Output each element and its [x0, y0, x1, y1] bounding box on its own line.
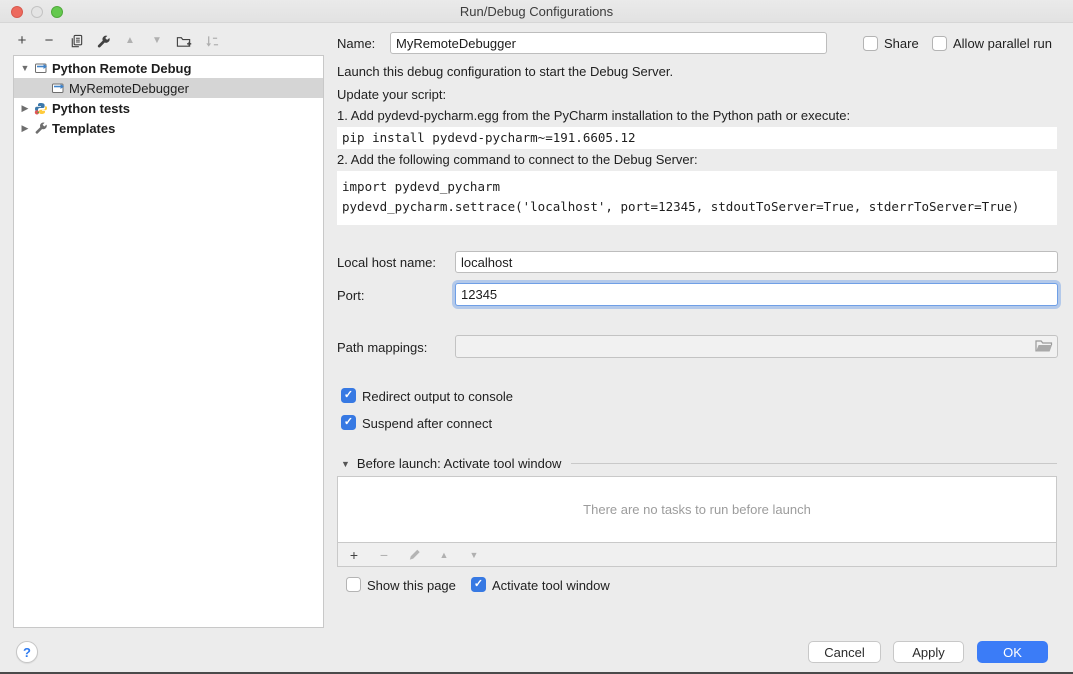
name-input[interactable] — [390, 32, 827, 54]
remote-debug-config-icon — [33, 61, 48, 76]
instruction-line-2: Update your script: — [337, 87, 446, 103]
check-icon: ✓ — [474, 579, 483, 590]
templates-wrench-icon — [33, 121, 48, 136]
tree-item-label: Python Remote Debug — [52, 61, 191, 76]
remove-icon[interactable]: − — [41, 33, 57, 49]
tree-item-templates[interactable]: ▶ Templates — [14, 118, 323, 138]
redirect-output-checkbox[interactable]: ✓ — [341, 388, 356, 403]
before-launch-task-list[interactable]: There are no tasks to run before launch — [337, 476, 1057, 543]
tree-item-python-tests[interactable]: ▶ Python tests — [14, 98, 323, 118]
redirect-output-label: Redirect output to console — [362, 389, 513, 405]
before-launch-toolbar: + − ▲ ▼ — [337, 542, 1057, 567]
remove-icon[interactable]: − — [376, 547, 392, 563]
before-launch-empty-text: There are no tasks to run before launch — [583, 502, 811, 517]
chevron-right-icon[interactable]: ▶ — [19, 123, 31, 134]
instruction-line-1: Launch this debug configuration to start… — [337, 64, 673, 80]
share-label: Share — [884, 36, 919, 52]
move-up-icon[interactable]: ▲ — [122, 33, 138, 49]
allow-parallel-run-label: Allow parallel run — [953, 36, 1052, 52]
add-icon[interactable]: + — [14, 33, 30, 49]
remote-debug-config-icon — [50, 81, 65, 96]
check-icon: ✓ — [344, 417, 353, 428]
suspend-after-connect-checkbox[interactable]: ✓ — [341, 415, 356, 430]
section-divider — [571, 463, 1057, 464]
path-mappings-input[interactable] — [455, 335, 1058, 358]
run-debug-configurations-dialog: Run/Debug Configurations + − ▲ ▼ — [0, 0, 1073, 674]
tree-item-label: Templates — [52, 121, 115, 136]
window-title: Run/Debug Configurations — [0, 0, 1073, 23]
code-line-settrace: pydevd_pycharm.settrace('localhost', por… — [342, 197, 1052, 217]
before-launch-title: Before launch: Activate tool window — [357, 456, 562, 471]
move-down-icon[interactable]: ▼ — [149, 33, 165, 49]
tree-item-myremotedebugger[interactable]: MyRemoteDebugger — [14, 78, 323, 98]
python-tests-icon — [33, 101, 48, 116]
instruction-step-2: 2. Add the following command to connect … — [337, 152, 698, 168]
browse-folder-icon[interactable] — [1035, 339, 1053, 356]
cancel-button[interactable]: Cancel — [808, 641, 881, 663]
show-this-page-checkbox[interactable] — [346, 577, 361, 592]
instruction-step-1: 1. Add pydevd-pycharm.egg from the PyCha… — [337, 108, 850, 124]
tree-item-label: MyRemoteDebugger — [69, 81, 189, 96]
copy-icon[interactable] — [68, 33, 84, 49]
check-icon: ✓ — [344, 390, 353, 401]
new-folder-icon[interactable] — [176, 33, 192, 49]
activate-tool-window-checkbox[interactable]: ✓ — [471, 577, 486, 592]
settrace-code-block: import pydevd_pycharm pydevd_pycharm.set… — [337, 171, 1057, 225]
ok-button[interactable]: OK — [977, 641, 1048, 663]
sort-alphabetically-icon[interactable] — [203, 33, 219, 49]
help-button[interactable]: ? — [16, 641, 38, 663]
port-input[interactable] — [455, 283, 1058, 306]
show-this-page-label: Show this page — [367, 578, 456, 594]
titlebar: Run/Debug Configurations — [0, 0, 1073, 23]
path-mappings-label: Path mappings: — [337, 340, 427, 356]
allow-parallel-run-checkbox[interactable] — [932, 36, 947, 51]
chevron-down-icon[interactable]: ▼ — [19, 63, 31, 73]
move-down-icon[interactable]: ▼ — [466, 547, 482, 563]
configurations-tree: ▼ Python Remote Debug MyRemoteDebugger — [13, 55, 324, 628]
activate-tool-window-label: Activate tool window — [492, 578, 610, 594]
pip-install-command: pip install pydevd-pycharm~=191.6605.12 — [337, 127, 1057, 149]
chevron-right-icon[interactable]: ▶ — [19, 103, 31, 114]
chevron-down-icon[interactable]: ▼ — [341, 459, 350, 469]
edit-templates-wrench-icon[interactable] — [95, 33, 111, 49]
before-launch-section-header: ▼ Before launch: Activate tool window — [341, 456, 1057, 471]
move-up-icon[interactable]: ▲ — [436, 547, 452, 563]
tree-item-label: Python tests — [52, 101, 130, 116]
question-mark-icon: ? — [23, 645, 31, 660]
add-icon[interactable]: + — [346, 547, 362, 563]
edit-pencil-icon[interactable] — [406, 547, 422, 563]
port-label: Port: — [337, 288, 364, 304]
code-line-import: import pydevd_pycharm — [342, 177, 1052, 197]
share-checkbox[interactable] — [863, 36, 878, 51]
suspend-after-connect-label: Suspend after connect — [362, 416, 492, 432]
local-host-name-input[interactable] — [455, 251, 1058, 273]
name-label: Name: — [337, 36, 375, 52]
tree-item-python-remote-debug[interactable]: ▼ Python Remote Debug — [14, 58, 323, 78]
apply-button[interactable]: Apply — [893, 641, 964, 663]
local-host-name-label: Local host name: — [337, 255, 436, 271]
configurations-toolbar: + − ▲ ▼ — [14, 31, 219, 51]
